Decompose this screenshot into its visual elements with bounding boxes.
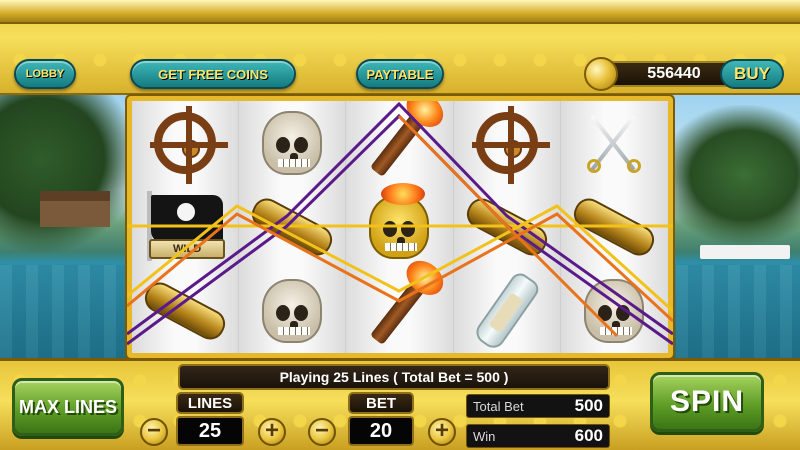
crossed-swords-icon [579,113,649,173]
reel-cell [346,253,452,353]
reel-cell: WILD [132,185,238,269]
reel-cell [454,269,560,353]
bet-value: 20 [348,416,414,446]
beach-hut [40,191,110,227]
ship-wheel-icon [471,106,550,184]
spin-button[interactable]: SPIN [650,372,764,432]
reel-cell [239,101,345,185]
palm-trees-left [0,95,140,255]
reel-cell [561,269,668,353]
buy-button[interactable]: BUY [720,59,784,89]
coin-icon [584,57,618,91]
reels: WILD [132,101,668,353]
torch-icon [370,253,451,346]
torch-icon [370,101,451,178]
top-rail [0,0,800,24]
get-free-coins-button[interactable]: GET FREE COINS [130,59,296,89]
reel-cell [454,185,560,269]
reel-cell [132,269,238,353]
reel-3 [346,101,454,353]
skull-icon [262,279,323,343]
reel-1: WILD [132,101,240,353]
reel-cell [346,183,452,269]
palm-trees-right [660,105,800,245]
max-lines-button[interactable]: MAX LINES [12,378,124,436]
win-value: 600 [574,426,603,445]
reel-frame: WILD [127,96,673,358]
coin-amount: 556440 [647,65,701,82]
reel-cell [239,185,345,269]
reel-cell [454,101,560,185]
win-display: Win 600 [466,424,610,448]
pirate-flag-icon: WILD [143,191,227,263]
coin-balance: 556440 BUY [584,57,784,91]
gold-skull-icon [369,183,430,259]
lines-value: 25 [176,416,244,446]
lobby-button[interactable]: LOBBY [14,59,76,89]
spyglass-icon [247,193,338,261]
spyglass-icon [569,193,660,261]
reel-2 [239,101,347,353]
bet-label: BET [348,392,414,414]
ship-wheel-icon [150,106,229,184]
reel-4 [453,101,561,353]
bet-increase-button[interactable]: + [428,418,456,446]
reel-cell [132,101,238,185]
lines-decrease-button[interactable]: − [140,418,168,446]
total-bet-value: 500 [574,396,603,415]
win-label: Win [473,428,496,444]
bet-decrease-button[interactable]: − [308,418,336,446]
lines-label: LINES [176,392,244,414]
reel-cell [561,101,668,185]
paytable-button[interactable]: PAYTABLE [356,59,444,89]
total-bet-display: Total Bet 500 [466,394,610,418]
wild-label: WILD [149,239,226,259]
spyglass-icon [461,193,552,261]
dock [700,245,790,259]
message-bottle-icon [471,269,542,353]
reel-5 [560,101,668,353]
reel-cell [561,185,668,269]
total-bet-label: Total Bet [473,398,524,414]
lines-increase-button[interactable]: + [258,418,286,446]
skull-icon [584,279,645,343]
spyglass-icon [140,277,231,345]
status-bar: Playing 25 Lines ( Total Bet = 500 ) [178,364,610,390]
skull-icon [262,111,323,175]
reel-cell [239,269,345,353]
reel-cell [346,101,452,185]
